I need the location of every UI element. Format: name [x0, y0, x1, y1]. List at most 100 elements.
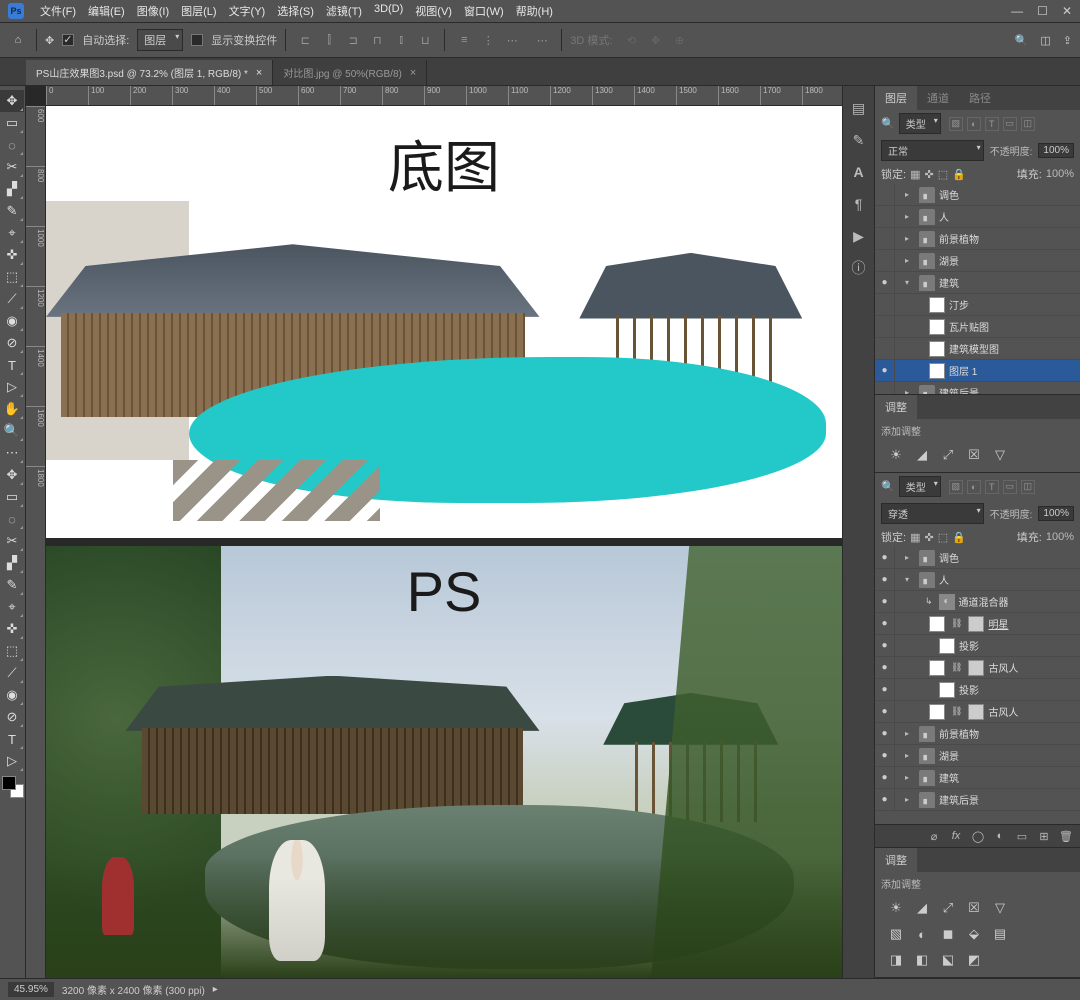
filter-adjust-icon[interactable]: ◐ — [967, 117, 981, 131]
layer-row[interactable]: ●▸▖湖景 — [875, 745, 1080, 767]
menu-item[interactable]: 滤镜(T) — [320, 1, 368, 21]
menu-item[interactable]: 文件(F) — [34, 1, 82, 21]
tool2-4[interactable]: ▞ — [0, 552, 24, 574]
layer-row[interactable]: ▸▖建筑后景 — [875, 382, 1080, 394]
home-icon[interactable]: ⌂ — [8, 30, 28, 50]
tool2-6[interactable]: ⌖ — [0, 596, 24, 618]
auto-select-checkbox[interactable] — [62, 34, 74, 46]
adj-brightness-icon[interactable]: ☀ — [887, 446, 905, 464]
show-transform-checkbox[interactable] — [191, 34, 203, 46]
status-arrow-icon[interactable]: ▸ — [213, 984, 218, 995]
layer-row[interactable]: ●↳◐通道混合器 — [875, 591, 1080, 613]
layer-row[interactable]: ▸▖前景植物 — [875, 228, 1080, 250]
move-tool-icon[interactable]: ✥ — [45, 34, 54, 47]
visibility-icon[interactable] — [875, 316, 895, 337]
visibility-icon[interactable]: ● — [875, 613, 895, 634]
layer-row[interactable]: ●⛓明星 — [875, 613, 1080, 635]
visibility-icon[interactable]: ● — [875, 767, 895, 788]
tool-1[interactable]: ▭ — [0, 112, 24, 134]
filter-pixel-icon[interactable]: ▧ — [949, 117, 963, 131]
visibility-icon[interactable]: ● — [875, 679, 895, 700]
tool2-7[interactable]: ✜ — [0, 618, 24, 640]
play-icon[interactable]: ▶ — [847, 224, 871, 248]
tab-close-icon[interactable]: × — [256, 67, 262, 79]
tab-layers[interactable]: 图层 — [875, 86, 917, 110]
tool-6[interactable]: ⌖ — [0, 222, 24, 244]
adjustment-icon[interactable]: ◐ — [992, 828, 1008, 844]
tool2-11[interactable]: ⊘ — [0, 706, 24, 728]
layer-row[interactable]: ▸▖湖景 — [875, 250, 1080, 272]
tool2-13[interactable]: ▷ — [0, 750, 24, 772]
tool2-8[interactable]: ⬚ — [0, 640, 24, 662]
filter-shape-icon[interactable]: ▭ — [1003, 117, 1017, 131]
visibility-icon[interactable]: ● — [875, 745, 895, 766]
document-tab[interactable]: PS山庄效果图3.psd @ 73.2% (图层 1, RGB/8) *× — [26, 60, 273, 85]
tool-2[interactable]: ◌ — [0, 134, 24, 156]
tab-adjust-1[interactable]: 调整 — [875, 395, 917, 419]
tool2-3[interactable]: ✂ — [0, 530, 24, 552]
tool2-1[interactable]: ▭ — [0, 486, 24, 508]
para-icon[interactable]: ¶ — [847, 192, 871, 216]
layer-row[interactable]: ●▸▖调色 — [875, 547, 1080, 569]
tool2-5[interactable]: ✎ — [0, 574, 24, 596]
link-layers-icon[interactable]: ⌀ — [926, 828, 942, 844]
adj-levels-icon[interactable]: ◢ — [913, 446, 931, 464]
tab-adjust-2[interactable]: 调整 — [875, 848, 917, 872]
layer-row[interactable]: ●▾▖人 — [875, 569, 1080, 591]
visibility-icon[interactable]: ● — [875, 701, 895, 722]
document-tab[interactable]: 对比图.jpg @ 50%(RGB/8)× — [273, 60, 427, 85]
menu-item[interactable]: 3D(D) — [368, 1, 409, 21]
opacity-value[interactable]: 100% — [1038, 143, 1074, 158]
tool-14[interactable]: ✋ — [0, 398, 24, 420]
tool-13[interactable]: ▷ — [0, 376, 24, 398]
layer-row[interactable]: ●▸▖建筑后景 — [875, 789, 1080, 811]
group-icon[interactable]: ▭ — [1014, 828, 1030, 844]
tool2-0[interactable]: ✥ — [0, 464, 24, 486]
visibility-icon[interactable]: ● — [875, 272, 895, 293]
layer-row[interactable]: 建筑模型图 — [875, 338, 1080, 360]
layer-row[interactable]: ●图层 1 — [875, 360, 1080, 382]
layer-row[interactable]: ●⛓古风人 — [875, 657, 1080, 679]
workspace-icon[interactable]: ◫ — [1040, 34, 1050, 47]
tab-close-icon[interactable]: × — [410, 67, 416, 79]
filter-smart-icon[interactable]: ◫ — [1021, 117, 1035, 131]
visibility-icon[interactable] — [875, 184, 895, 205]
adj-exposure-icon[interactable]: ☒ — [965, 446, 983, 464]
layer-row[interactable]: ●▾▖建筑 — [875, 272, 1080, 294]
char-icon[interactable]: A — [847, 160, 871, 184]
visibility-icon[interactable] — [875, 228, 895, 249]
ruler-horizontal[interactable]: 0100200300400500600700800900100011001200… — [46, 86, 842, 106]
close-button[interactable]: ✕ — [1062, 4, 1072, 18]
visibility-icon[interactable] — [875, 250, 895, 271]
filter-smart-icon-2[interactable]: ◫ — [1021, 480, 1035, 494]
filter-pixel-icon-2[interactable]: ▧ — [949, 480, 963, 494]
history-icon[interactable]: ▤ — [847, 96, 871, 120]
tab-paths[interactable]: 路径 — [959, 86, 1001, 110]
lock-artboard-icon[interactable]: ⬚ — [938, 168, 948, 181]
layer-row[interactable]: ●投影 — [875, 679, 1080, 701]
tool-10[interactable]: ◉ — [0, 310, 24, 332]
delete-icon[interactable]: 🗑 — [1058, 828, 1074, 844]
restore-button[interactable]: ☐ — [1037, 4, 1048, 18]
tool-0[interactable]: ✥ — [0, 90, 24, 112]
align-bottom-icon[interactable]: ⊔ — [414, 29, 436, 51]
mask-icon[interactable]: ◯ — [970, 828, 986, 844]
dist-2-icon[interactable]: ⋮ — [477, 29, 499, 51]
visibility-icon[interactable] — [875, 338, 895, 359]
visibility-icon[interactable]: ● — [875, 635, 895, 656]
tool-16[interactable]: ⋯ — [0, 442, 24, 464]
canvas[interactable]: 底图 PS — [46, 106, 842, 978]
blend-mode-dropdown-2[interactable]: 穿透 — [881, 503, 984, 524]
3d-pan-icon[interactable]: ✥ — [644, 29, 666, 51]
tool-5[interactable]: ✎ — [0, 200, 24, 222]
align-top-icon[interactable]: ⊓ — [366, 29, 388, 51]
menu-item[interactable]: 帮助(H) — [510, 1, 559, 21]
visibility-icon[interactable]: ● — [875, 723, 895, 744]
info-icon[interactable]: ⓘ — [847, 256, 871, 280]
layer-row[interactable]: ▸▖人 — [875, 206, 1080, 228]
fill-value[interactable]: 100% — [1046, 168, 1074, 180]
layer-row[interactable]: 瓦片贴图 — [875, 316, 1080, 338]
menu-item[interactable]: 编辑(E) — [82, 1, 131, 21]
menu-item[interactable]: 窗口(W) — [458, 1, 510, 21]
visibility-icon[interactable]: ● — [875, 569, 895, 590]
